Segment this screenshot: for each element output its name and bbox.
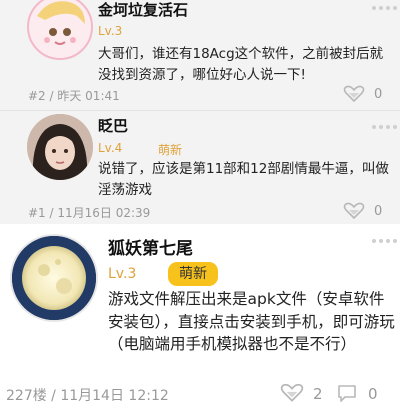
user-badge: 萌新 [158,143,183,157]
avatar[interactable] [27,114,93,180]
user-level: Lv.4 [98,141,123,155]
post-meta: #1 / 11月16日 02:39 [28,206,151,220]
more-dots-icon[interactable] [372,239,397,243]
user-badge: 萌新 [168,262,218,286]
avatar[interactable] [27,0,93,60]
user-level: Lv.3 [98,24,123,38]
post-meta: #2 / 昨天 01:41 [28,89,120,103]
post-meta: 227楼 / 11月14日 12:12 [6,388,169,404]
like-count: 2 [313,385,323,403]
avatar[interactable] [10,234,98,322]
username[interactable]: 狐妖第七尾 [108,234,193,259]
post-card-3: 狐妖第七尾 Lv.3 萌新 游戏文件解压出来是apk文件（安卓软件安装包），直接… [0,225,400,404]
like-count: 0 [374,204,383,219]
post-card-2: 眨巴 Lv.4 萌新 说错了，应该是第11部和12部剧情最牛逼，叫做淫荡游戏 #… [0,111,400,224]
post-content: 游戏文件解压出来是apk文件（安卓软件安装包），直接点击安装到手机，即可游玩（电… [108,290,395,353]
like-count: 0 [374,87,383,102]
more-dots-icon[interactable] [372,125,397,129]
user-level: Lv.3 [108,266,137,282]
username[interactable]: 金坷垃复活石 [98,0,188,20]
comment-count: 0 [368,385,378,403]
post-card-1: 金坷垃复活石 Lv.3 大哥们，谁还有18Acg这个软件，之前被封后就没找到资源… [0,0,400,110]
heart-icon[interactable] [343,202,365,224]
heart-icon[interactable] [343,85,365,107]
post-content: 大哥们，谁还有18Acg这个软件，之前被封后就没找到资源了，哪位好心人说一下! [98,46,384,83]
username[interactable]: 眨巴 [98,115,128,136]
more-dots-icon[interactable] [372,6,397,10]
post-content: 说错了，应该是第11部和12部剧情最牛逼，叫做淫荡游戏 [98,161,389,198]
comment-icon[interactable] [336,383,358,407]
heart-icon[interactable] [280,383,304,407]
